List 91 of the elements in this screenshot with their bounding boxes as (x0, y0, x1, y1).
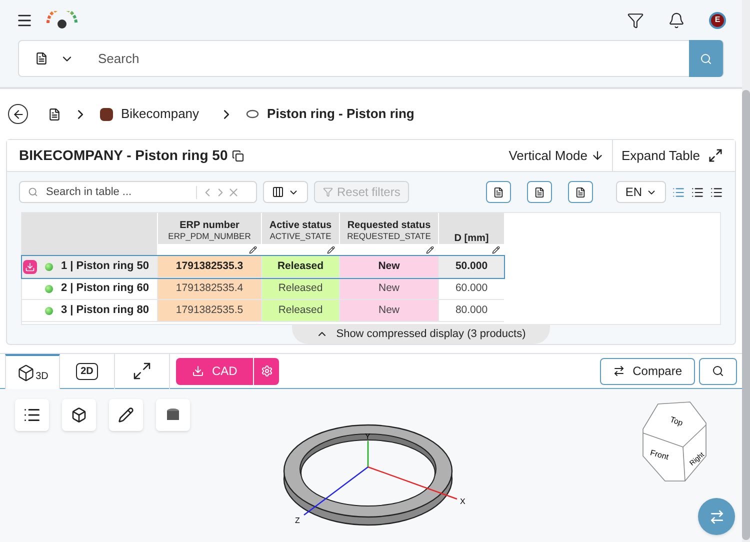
compare-icon (612, 365, 625, 377)
dimension-icon (132, 361, 152, 381)
language-dropdown[interactable]: EN (616, 181, 666, 203)
filter-icon[interactable] (627, 12, 644, 28)
export-button[interactable] (486, 181, 512, 203)
column-title: Active status (269, 220, 332, 231)
column-field: ERP_PDM_NUMBER (168, 231, 251, 242)
columns-icon (272, 186, 284, 198)
table-cell: Released (261, 300, 339, 321)
cylinder-icon (165, 407, 181, 423)
view-tab[interactable]: 2D (60, 354, 115, 388)
export-button[interactable] (568, 181, 594, 203)
table-cell: New (339, 256, 438, 277)
column-title: D [mm] (454, 233, 489, 244)
search-icon (28, 187, 38, 197)
compressed-display-toggle[interactable]: Show compressed display (3 products) (292, 324, 550, 344)
back-icon (12, 108, 24, 120)
table-cell: 50.000 (438, 256, 504, 277)
product-name[interactable]: 2 | Piston ring 60 (60, 280, 149, 297)
search-field[interactable]: Search (18, 40, 724, 77)
arrows-icon (708, 508, 724, 524)
search-parts-button[interactable] (699, 358, 737, 384)
pencil-icon (118, 407, 134, 423)
view-mode-icon[interactable] (710, 186, 723, 198)
column-title: ERP number (180, 220, 240, 231)
search-input[interactable]: Search (98, 48, 689, 68)
card-title: BIKECOMPANY - Piston ring 50 (19, 146, 228, 165)
view-tab[interactable]: 3D (5, 354, 60, 389)
copy-icon[interactable] (232, 150, 244, 162)
pencil-icon (492, 246, 500, 254)
search-icon (700, 52, 712, 64)
bike-thumbnail-icon (100, 108, 113, 120)
collapse-button[interactable] (698, 498, 735, 535)
table-cell: 60.000 (438, 278, 504, 299)
document-icon[interactable] (35, 52, 48, 65)
table-cell: New (339, 300, 438, 321)
table-row[interactable]: 2 | Piston ring 60 1791382535.4 Released New 60.000 (22, 278, 504, 300)
bell-icon[interactable] (668, 12, 685, 28)
document-icon (575, 186, 586, 198)
table-cell: Released (261, 256, 339, 277)
expand-table-button[interactable]: Expand Table (613, 146, 723, 166)
compare-button[interactable]: Compare (600, 358, 695, 384)
arrow-down-icon (591, 149, 604, 162)
avatar[interactable]: E (709, 12, 726, 28)
table-search-field[interactable]: Search in table ... (19, 181, 257, 203)
document-icon (534, 186, 546, 198)
vertical-mode-button[interactable]: Vertical Mode (508, 140, 614, 172)
table-search-input[interactable]: Search in table ... (46, 184, 196, 200)
expand-icon (708, 148, 723, 163)
pencil-icon (327, 246, 335, 254)
column-title: Requested status (347, 220, 431, 231)
list-icon (23, 406, 41, 424)
download-icon[interactable] (22, 260, 37, 274)
table-row[interactable]: 3 | Piston ring 80 1791382535.5 Released New 80.000 (22, 300, 504, 322)
columns-dropdown[interactable] (263, 181, 308, 203)
cad-download-button[interactable]: CAD (176, 358, 254, 384)
parts-list-button[interactable] (15, 399, 49, 431)
table-cell: 80.000 (438, 300, 504, 321)
ring-icon (246, 109, 260, 119)
column-filter-field[interactable] (158, 244, 261, 256)
table-cell: 1791382535.4 (157, 278, 261, 299)
table-row[interactable]: 1 | Piston ring 50 1791382535.3 Released New 50.000 (22, 256, 504, 278)
logo-icon (45, 11, 79, 29)
table-cell: 1791382535.5 (157, 300, 261, 321)
section-button[interactable] (156, 399, 190, 431)
axes-drawing: Y X Z (292, 431, 472, 531)
filter-icon (323, 187, 333, 197)
download-icon (192, 365, 204, 377)
product-name[interactable]: 3 | Piston ring 80 (60, 302, 149, 319)
search-icon (712, 365, 724, 377)
document-icon (493, 186, 504, 198)
breadcrumb-current: Piston ring - Piston ring (267, 105, 414, 124)
table-cell: 1791382535.3 (157, 256, 261, 277)
column-field: REQUESTED_STATE (347, 231, 431, 242)
view-mode-icon[interactable] (691, 186, 704, 198)
export-button[interactable] (527, 181, 552, 203)
breadcrumb-link[interactable]: Bikecompany (121, 104, 200, 124)
mesh-button[interactable] (62, 399, 96, 431)
table-cell: New (339, 278, 438, 299)
measure-button[interactable] (109, 399, 143, 431)
cube-icon (16, 364, 35, 382)
pencil-icon (249, 246, 257, 254)
document-icon[interactable] (48, 108, 61, 120)
back-button[interactable] (8, 104, 28, 124)
column-field: ACTIVE_STATE (270, 231, 332, 242)
cube-icon (71, 407, 87, 423)
pencil-icon (426, 246, 434, 254)
table-cell: Released (261, 278, 339, 299)
gear-icon (260, 365, 273, 377)
product-name[interactable]: 1 | Piston ring 50 (60, 258, 149, 275)
cad-settings-button[interactable] (254, 358, 280, 384)
